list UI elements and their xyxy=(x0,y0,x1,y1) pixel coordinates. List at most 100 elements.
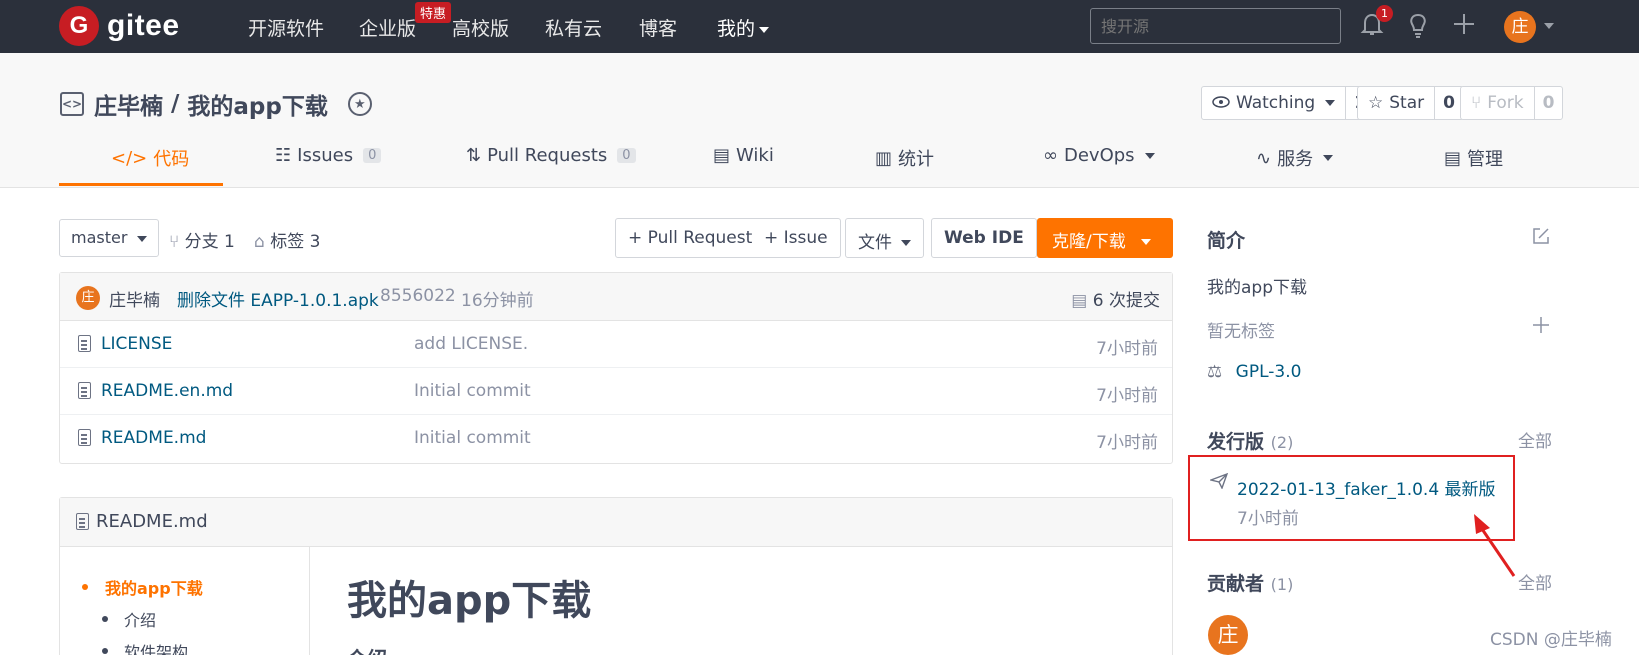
chevron-down-icon xyxy=(759,26,770,33)
toc-item[interactable]: 我的app下载 xyxy=(105,575,203,599)
readme-toc: 我的app下载 介绍 软件架构 xyxy=(60,547,310,655)
file-time: 7小时前 xyxy=(1096,433,1158,453)
new-pull-request-button[interactable]: + Pull Request xyxy=(615,218,766,258)
license-row: ⚖ GPL-3.0 xyxy=(1207,362,1301,382)
nav-private-cloud[interactable]: 私有云 xyxy=(545,14,602,41)
file-menu-button[interactable]: 文件 xyxy=(845,218,925,258)
issues-count: 0 xyxy=(363,148,382,163)
commits-icon: ▤ xyxy=(1071,291,1088,311)
nav-enterprise[interactable]: 企业版 xyxy=(359,14,416,41)
avatar-chevron-down-icon[interactable] xyxy=(1544,23,1554,29)
clone-download-button[interactable]: 克隆/下载 xyxy=(1037,218,1173,258)
user-avatar[interactable]: 庄 xyxy=(1504,11,1536,43)
release-link[interactable]: 2022-01-13_faker_1.0.4 最新版 xyxy=(1237,475,1496,500)
tags-link[interactable]: ⌂ 标签 3 xyxy=(254,227,320,252)
tab-devops-label: DevOps xyxy=(1064,145,1135,166)
commit-time: 16分钟前 xyxy=(461,291,534,311)
tab-stats[interactable]: ▥ 统计 xyxy=(875,145,934,171)
tab-devops[interactable]: ∞ DevOps xyxy=(1043,145,1155,166)
chevron-down-icon xyxy=(1325,100,1336,106)
nav-blog[interactable]: 博客 xyxy=(639,14,677,41)
file-row: README.en.md Initial commit 7小时前 xyxy=(60,368,1172,415)
commit-hash[interactable]: 8556022 xyxy=(380,286,456,306)
readme-filename: README.md xyxy=(96,511,208,532)
toc-item[interactable]: 介绍 xyxy=(124,607,156,631)
watermark: CSDN @庄毕楠 xyxy=(1490,630,1612,650)
tag-icon: ⌂ xyxy=(254,232,265,252)
star-button[interactable]: ☆ Star xyxy=(1358,87,1434,119)
nav-mine-label: 我的 xyxy=(717,18,756,40)
no-tags-text: 暂无标签 xyxy=(1207,322,1275,342)
readme-panel: README.md 我的app下载 介绍 软件架构 我的app下载 介绍 xyxy=(59,497,1173,655)
edit-icon[interactable] xyxy=(1531,226,1551,251)
lightbulb-icon[interactable] xyxy=(1406,12,1430,46)
tab-code[interactable]: </> 代码 xyxy=(111,145,189,171)
notification-count-badge: 1 xyxy=(1376,5,1393,22)
tab-manage[interactable]: ▤ 管理 xyxy=(1444,145,1503,171)
chevron-down-icon xyxy=(1323,155,1334,161)
file-time: 7小时前 xyxy=(1096,386,1158,406)
file-row: README.md Initial commit 7小时前 xyxy=(60,415,1172,462)
branch-selector[interactable]: master xyxy=(59,219,159,257)
latest-commit-row: 庄 庄毕楠 删除文件 EAPP-1.0.1.apk 8556022 16分钟前 … xyxy=(60,273,1172,321)
commit-author[interactable]: 庄毕楠 xyxy=(109,286,160,311)
tab-stats-label: 统计 xyxy=(898,149,935,170)
gitee-logo[interactable]: G gitee xyxy=(59,6,180,46)
nav-mine[interactable]: 我的 xyxy=(717,14,770,41)
commit-message[interactable]: 删除文件 EAPP-1.0.1.apk xyxy=(177,286,379,311)
repo-title: <> 庄毕楠 / 我的app下载 ★ xyxy=(60,87,372,121)
tab-services-label: 服务 xyxy=(1277,149,1314,170)
branch-icon: ⑂ xyxy=(169,232,180,252)
star-count[interactable]: 0 xyxy=(1434,87,1463,119)
releases-title: 发行版 (2) xyxy=(1207,427,1293,454)
tab-pull-requests-label: Pull Requests xyxy=(487,145,608,166)
file-icon xyxy=(78,335,91,352)
file-commit-message[interactable]: Initial commit xyxy=(414,381,531,401)
branches-link[interactable]: ⑂ 分支 1 xyxy=(169,227,235,252)
tab-services[interactable]: ∿ 服务 xyxy=(1256,145,1334,171)
tab-wiki[interactable]: ▤ Wiki xyxy=(713,145,774,166)
license-link[interactable]: GPL-3.0 xyxy=(1236,362,1302,382)
releases-all-link[interactable]: 全部 xyxy=(1518,427,1552,452)
nav-education[interactable]: 高校版 xyxy=(452,14,509,41)
pull-requests-count: 0 xyxy=(617,148,636,163)
watch-button[interactable]: Watching xyxy=(1202,87,1345,119)
add-tag-icon[interactable] xyxy=(1532,316,1550,339)
toc-item[interactable]: 软件架构 xyxy=(124,639,188,655)
file-commit-message[interactable]: add LICENSE. xyxy=(414,334,528,354)
file-name-link[interactable]: LICENSE xyxy=(101,334,172,354)
file-commit-message[interactable]: Initial commit xyxy=(414,428,531,448)
book-icon: ▤ xyxy=(713,145,731,166)
gitee-logo-icon: G xyxy=(59,6,99,46)
send-icon xyxy=(1208,472,1229,494)
tab-issues[interactable]: ☷ Issues 0 xyxy=(275,145,382,166)
file-menu-label: 文件 xyxy=(858,233,892,253)
chevron-down-icon xyxy=(1141,239,1152,245)
new-issue-button[interactable]: + Issue xyxy=(752,218,841,258)
readme-heading: 我的app下载 xyxy=(347,578,592,624)
commit-author-avatar[interactable]: 庄 xyxy=(76,286,100,310)
award-icon[interactable]: ★ xyxy=(347,92,372,116)
plus-icon[interactable] xyxy=(1452,12,1476,42)
gitee-logo-text: gitee xyxy=(107,9,180,42)
fork-count[interactable]: 0 xyxy=(1533,87,1563,119)
chevron-down-icon xyxy=(1144,152,1155,159)
repo-name-link[interactable]: 我的app下载 xyxy=(187,87,327,121)
fork-button[interactable]: ⑂ Fork xyxy=(1461,87,1534,119)
search-input[interactable] xyxy=(1090,8,1341,44)
bar-chart-icon: ▥ xyxy=(875,147,893,169)
promo-badge: 特惠 xyxy=(415,2,452,23)
top-navbar: G gitee 开源软件 企业版 特惠 高校版 私有云 博客 我的 1 庄 xyxy=(0,0,1639,53)
repo-owner-link[interactable]: 庄毕楠 xyxy=(94,87,163,121)
contributor-avatar[interactable]: 庄 xyxy=(1208,615,1248,655)
nav-open-source[interactable]: 开源软件 xyxy=(248,14,324,41)
contributors-all-link[interactable]: 全部 xyxy=(1518,569,1552,594)
file-name-link[interactable]: README.en.md xyxy=(101,381,233,401)
issues-icon: ☷ xyxy=(275,145,292,166)
web-ide-button[interactable]: Web IDE xyxy=(931,218,1037,258)
file-name-link[interactable]: README.md xyxy=(101,428,206,448)
commit-count-link[interactable]: ▤ 6 次提交 xyxy=(1071,286,1160,311)
code-repo-icon: <> xyxy=(60,92,84,116)
tab-pull-requests[interactable]: ⇅ Pull Requests 0 xyxy=(466,145,636,166)
toc-bullet xyxy=(102,616,108,622)
